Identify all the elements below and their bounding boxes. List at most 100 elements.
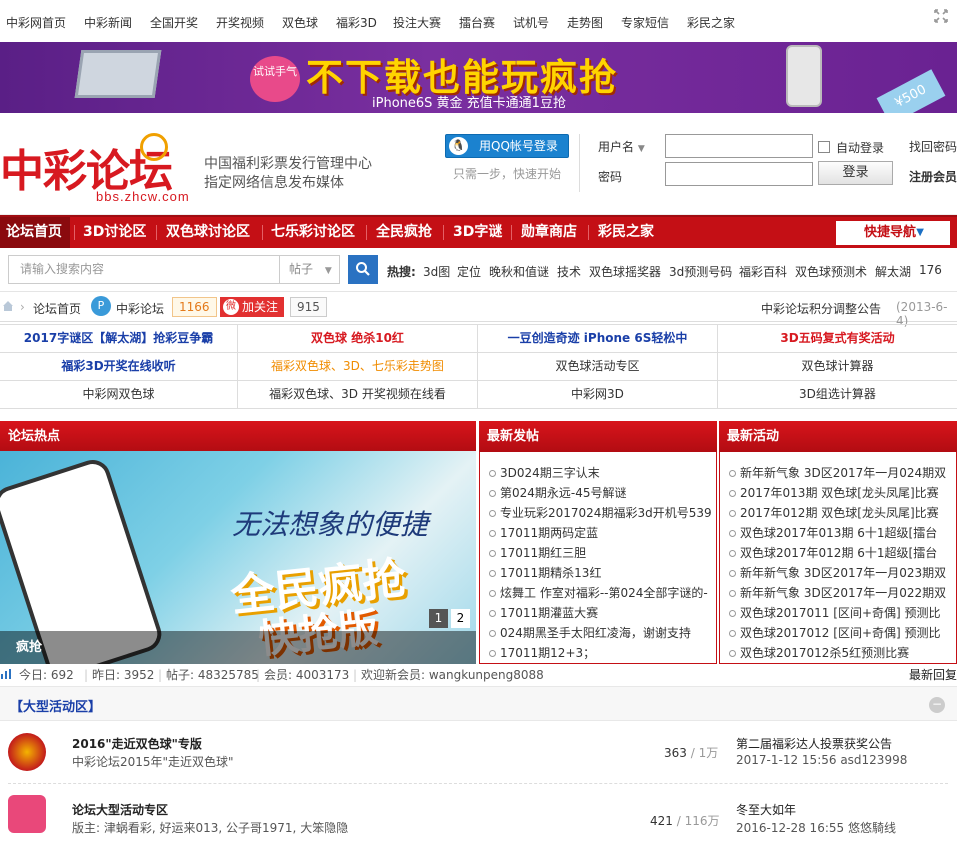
- list-item[interactable]: 新年新气象 3D区2017年一月022期双: [720, 584, 946, 601]
- register-link[interactable]: 注册会员: [909, 168, 957, 185]
- list-item[interactable]: 炫舞工 作室对福彩--第024全部字谜的-: [480, 584, 708, 601]
- topnav-home[interactable]: 中彩网首页: [6, 14, 66, 31]
- hot-search-link[interactable]: 解太湖: [875, 263, 911, 280]
- promo-banner[interactable]: 试试手气 不下载也能玩疯抢 iPhone6S 黄金 充值卡通通1豆抢 ¥500: [0, 42, 957, 113]
- mainnav-players-home[interactable]: 彩民之家: [598, 217, 654, 248]
- carousel-caption[interactable]: 疯抢: [0, 631, 476, 664]
- stats-welcome[interactable]: 欢迎新会员: wangkunpeng8088: [361, 665, 544, 685]
- link-3d-radio[interactable]: 福彩3D开奖在线收听: [0, 353, 238, 381]
- list-item[interactable]: 新年新气象 3D区2017年一月023期双: [720, 564, 946, 581]
- password-label: 密码: [598, 170, 623, 184]
- hot-search-link[interactable]: 176: [919, 263, 942, 277]
- quick-nav-dropdown[interactable]: 快捷导航 ▼: [836, 221, 950, 245]
- auto-login-checkbox[interactable]: [818, 141, 830, 153]
- login-button[interactable]: 登录: [818, 161, 893, 185]
- link-ssq-calculator[interactable]: 双色球计算器: [718, 353, 957, 381]
- list-item[interactable]: 双色球2017年012期 6十1超级[擂台: [720, 544, 937, 561]
- mainnav-3d[interactable]: 3D讨论区: [83, 217, 146, 248]
- topnav-expert-sms[interactable]: 专家短信: [621, 14, 669, 31]
- topnav-3d[interactable]: 福彩3D: [336, 14, 377, 31]
- topnav-video[interactable]: 开奖视频: [216, 14, 264, 31]
- mainnav-qiang[interactable]: 全民疯抢: [376, 217, 432, 248]
- link-iphone[interactable]: 一豆创造奇迹 iPhone 6S轻松中: [478, 325, 718, 353]
- topnav-contest[interactable]: 投注大赛: [393, 14, 441, 31]
- forum-icon: P: [91, 296, 111, 316]
- list-item[interactable]: 专业玩彩2017024期福彩3d开机号539: [480, 504, 712, 521]
- list-item[interactable]: 2017年012期 双色球[龙头凤尾]比赛: [720, 504, 939, 521]
- site-logo[interactable]: 中彩论坛 bbs.zhcw.com: [0, 133, 195, 207]
- link-trend-charts[interactable]: 福彩双色球、3D、七乐彩走势图: [238, 353, 478, 381]
- topnav-lottery-results[interactable]: 全国开奖: [150, 14, 198, 31]
- hot-search-link[interactable]: 技术: [557, 263, 581, 280]
- forum-name[interactable]: 2016"走近双色球"专版: [72, 735, 202, 752]
- fullscreen-close-icon[interactable]: [933, 9, 949, 25]
- weibo-follow-button[interactable]: 微 加关注: [220, 297, 284, 317]
- hot-search-link[interactable]: 双色球摇奖器: [589, 263, 661, 280]
- list-item[interactable]: 17011期12+3；: [480, 644, 595, 661]
- list-item[interactable]: 17011期精杀13红: [480, 564, 601, 581]
- hot-search-link[interactable]: 双色球预测术: [795, 263, 867, 280]
- link-ssq-activity[interactable]: 双色球活动专区: [478, 353, 718, 381]
- carousel-page-2[interactable]: 2: [451, 609, 470, 628]
- hot-search-link[interactable]: 3d预测号码: [669, 263, 732, 280]
- link-ssq-kill[interactable]: 双色球 绝杀10红: [238, 325, 478, 353]
- forum-last-post[interactable]: 第二届福彩达人投票获奖公告: [736, 735, 892, 752]
- forgot-password-link[interactable]: 找回密码: [909, 138, 957, 155]
- list-item[interactable]: 2017年013期 双色球[龙头凤尾]比赛: [720, 484, 939, 501]
- mainnav-ssq[interactable]: 双色球讨论区: [166, 217, 250, 248]
- list-item[interactable]: 17011期灌蓝大赛: [480, 604, 598, 621]
- topnav-news[interactable]: 中彩新闻: [84, 14, 132, 31]
- link-3d-group-calculator[interactable]: 3D组选计算器: [718, 381, 957, 409]
- topnav-players-home[interactable]: 彩民之家: [687, 14, 735, 31]
- topnav-test-number[interactable]: 试机号: [513, 14, 549, 31]
- list-item[interactable]: 3D024期三字认末: [480, 464, 600, 481]
- notice-link[interactable]: 中彩论坛积分调整公告: [761, 300, 881, 317]
- link-zhcw-ssq[interactable]: 中彩网双色球: [0, 381, 238, 409]
- list-item[interactable]: 17011期两码定蓝: [480, 524, 598, 541]
- password-input[interactable]: [665, 162, 813, 186]
- hot-search-link[interactable]: 定位: [457, 263, 481, 280]
- ssq-ball-icon[interactable]: [8, 733, 46, 771]
- list-item[interactable]: 024期黑圣手太阳红凌海，谢谢支持: [480, 624, 691, 641]
- qq-login-hint: 只需一步，快速开始: [453, 167, 562, 181]
- topnav-arena[interactable]: 擂台赛: [459, 14, 495, 31]
- link-riddle-contest[interactable]: 2017字谜区【解太湖】抢彩豆争霸: [0, 325, 238, 353]
- link-video[interactable]: 福彩双色球、3D 开奖视频在线看: [238, 381, 478, 409]
- topnav-trend[interactable]: 走势图: [567, 14, 603, 31]
- home-icon[interactable]: [2, 300, 14, 312]
- username-input[interactable]: [665, 134, 813, 158]
- list-item[interactable]: 双色球2017011 [区间+奇偶] 预测比: [720, 604, 941, 621]
- topnav-ssq[interactable]: 双色球: [282, 14, 318, 31]
- nav-separator: [511, 225, 512, 240]
- qq-login-button[interactable]: 🐧 用QQ帐号登录: [445, 134, 569, 158]
- link-3d-five[interactable]: 3D五码复式有奖活动: [718, 325, 957, 353]
- mainnav-forum-home[interactable]: 论坛首页: [0, 217, 70, 248]
- gift-icon[interactable]: [8, 795, 46, 833]
- mainnav-qlc[interactable]: 七乐彩讨论区: [271, 217, 355, 248]
- hot-search-link[interactable]: 晚秋和值谜: [489, 263, 549, 280]
- link-zhcw-3d[interactable]: 中彩网3D: [478, 381, 718, 409]
- forum-name[interactable]: 论坛大型活动专区: [72, 801, 168, 818]
- list-item[interactable]: 17011期红三胆: [480, 544, 586, 561]
- forum-last-post[interactable]: 冬至大如年: [736, 801, 796, 818]
- latest-reply-link[interactable]: 最新回复: [909, 665, 957, 685]
- collapse-icon[interactable]: −: [929, 697, 945, 713]
- mainnav-3d-riddle[interactable]: 3D字谜: [453, 217, 502, 248]
- section-title[interactable]: 【大型活动区】: [10, 696, 101, 715]
- carousel-page-1[interactable]: 1: [429, 609, 448, 628]
- hot-search-link[interactable]: 3d图: [423, 263, 450, 280]
- username-label[interactable]: 用户名 ▼: [598, 138, 645, 155]
- mainnav-medal-shop[interactable]: 勋章商店: [521, 217, 577, 248]
- hot-search-link[interactable]: 福彩百科: [739, 263, 787, 280]
- caret-down-icon: ▼: [916, 227, 924, 238]
- breadcrumb-forum-home[interactable]: 论坛首页: [33, 300, 81, 317]
- list-item[interactable]: 双色球2017012 [区间+奇偶] 预测比: [720, 624, 941, 641]
- search-input[interactable]: 请输入搜索内容: [8, 255, 280, 284]
- list-item[interactable]: 双色球2017年013期 6十1超级[擂台: [720, 524, 937, 541]
- list-item[interactable]: 新年新气象 3D区2017年一月024期双: [720, 464, 946, 481]
- search-type-select[interactable]: 帖子 ▼: [280, 255, 340, 284]
- list-item[interactable]: 第024期永远-45号解谜: [480, 484, 627, 501]
- search-button[interactable]: [348, 255, 378, 284]
- breadcrumb-forum[interactable]: 中彩论坛: [116, 300, 164, 317]
- list-item[interactable]: 双色球2017012杀5红预测比赛: [720, 644, 909, 661]
